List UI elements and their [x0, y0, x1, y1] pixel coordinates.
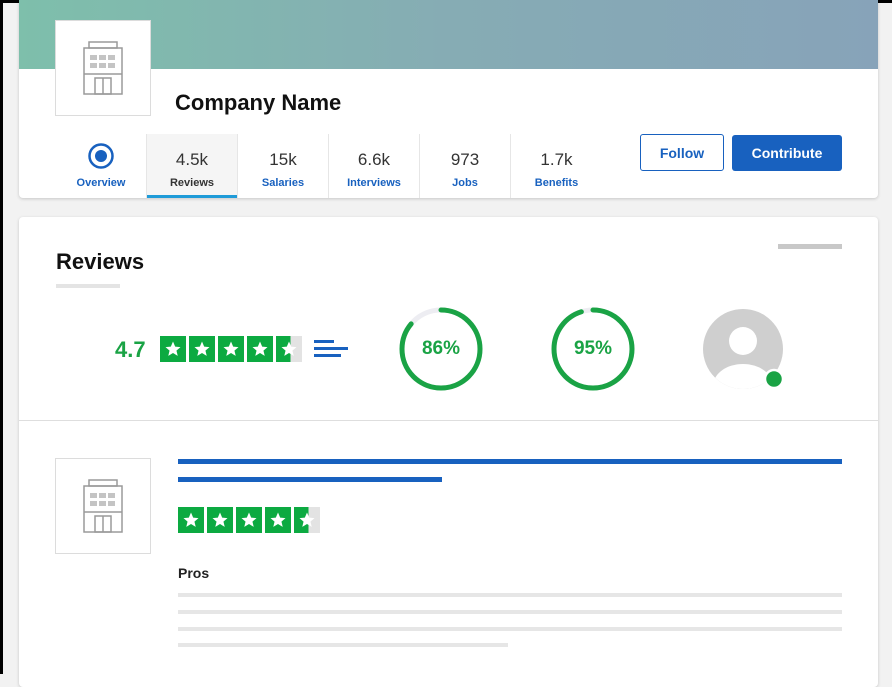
star-icon	[265, 507, 291, 533]
reviews-title: Reviews	[56, 249, 145, 274]
star-icon	[247, 336, 273, 362]
recommend-percent: 86%	[421, 338, 461, 359]
overall-rating: 4.7	[115, 337, 146, 362]
tab-count: 6.6k	[357, 150, 391, 169]
tab-benefits[interactable]: 1.7k Benefits	[511, 134, 602, 198]
tab-interviews[interactable]: 6.6k Interviews	[329, 134, 420, 198]
half-star-icon	[276, 336, 302, 362]
star-icon	[207, 507, 233, 533]
tab-count: 15k	[269, 150, 297, 169]
contribute-button[interactable]: Contribute	[732, 135, 842, 171]
tab-label: Salaries	[261, 177, 305, 189]
approve-ceo-percent: 95%	[573, 338, 613, 359]
half-star-icon	[294, 507, 320, 533]
company-header-card: Company Name Overview 4.5k Reviews 15k S…	[19, 0, 878, 198]
star-icon	[178, 507, 204, 533]
reviews-card: Reviews 4.7 86% 95% Pros	[19, 217, 878, 687]
tab-salaries[interactable]: 15k Salaries	[238, 134, 329, 198]
online-status-icon	[763, 368, 784, 390]
star-icon	[189, 336, 215, 362]
tab-label: Reviews	[169, 177, 215, 189]
title-underline	[56, 284, 120, 288]
target-icon	[88, 143, 114, 169]
overall-rating-stars	[160, 336, 302, 362]
review-title-placeholder[interactable]	[178, 459, 842, 464]
tab-count: 973	[450, 150, 480, 169]
company-name: Company Name	[175, 90, 342, 115]
company-logo[interactable]	[55, 20, 151, 116]
window-border-left	[0, 0, 3, 674]
tab-label: Jobs	[452, 177, 478, 189]
reviewer-company-logo	[55, 458, 151, 554]
approve-ceo-ring: 95%	[549, 305, 637, 393]
rating-breakdown-icon[interactable]	[314, 338, 348, 358]
pros-text-placeholder	[178, 593, 842, 597]
review-rating-stars	[178, 507, 320, 533]
star-icon	[160, 336, 186, 362]
follow-button[interactable]: Follow	[640, 134, 724, 171]
tab-overview[interactable]: Overview	[56, 134, 147, 198]
tab-count: 1.7k	[540, 150, 573, 169]
tab-label: Benefits	[534, 177, 579, 189]
tab-count: 4.5k	[175, 150, 209, 169]
tab-label: Overview	[76, 177, 126, 189]
star-icon	[218, 336, 244, 362]
ceo-avatar[interactable]	[702, 308, 784, 390]
pros-text-placeholder	[178, 643, 508, 647]
company-tabs: Overview 4.5k Reviews 15k Salaries 6.6k …	[56, 134, 602, 198]
pros-text-placeholder	[178, 627, 842, 631]
review-subtitle-placeholder	[178, 477, 442, 482]
tab-reviews[interactable]: 4.5k Reviews	[147, 134, 238, 198]
pros-label: Pros	[178, 565, 210, 581]
star-icon	[236, 507, 262, 533]
pros-text-placeholder	[178, 610, 842, 614]
placeholder-bar	[778, 244, 842, 249]
building-icon	[83, 479, 123, 533]
recommend-to-friend-ring: 86%	[397, 305, 485, 393]
building-icon	[83, 41, 123, 95]
section-divider	[19, 420, 878, 421]
tab-jobs[interactable]: 973 Jobs	[420, 134, 511, 198]
tab-label: Interviews	[347, 177, 401, 189]
